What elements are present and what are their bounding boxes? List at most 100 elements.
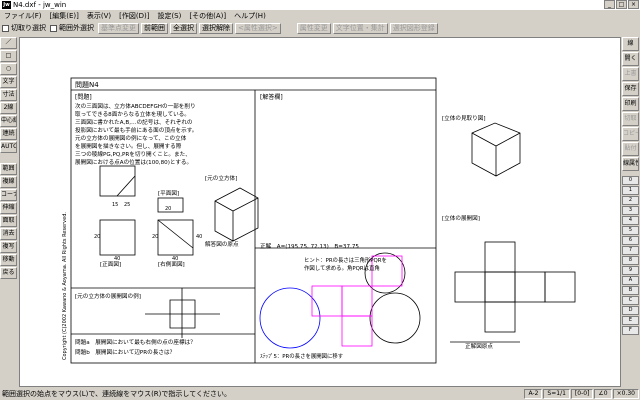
tool-auto[interactable]: AUTO: [0, 141, 17, 153]
status-scale[interactable]: S=1/1: [543, 389, 570, 399]
label-cube: [元の立方体]: [205, 174, 237, 182]
layer-c[interactable]: C: [622, 296, 639, 305]
tool-continuous[interactable]: 連続: [0, 128, 17, 140]
net-face-right: [514, 271, 546, 303]
right-label-net: [立体の展開図]: [442, 214, 480, 222]
tool-text[interactable]: 文字: [0, 76, 17, 88]
cut-select-checkbox[interactable]: 切取り選択: [2, 23, 46, 33]
tool-erase[interactable]: 消去: [0, 228, 17, 240]
line-attribute-button[interactable]: 線属性: [622, 157, 639, 171]
tool-copy[interactable]: 複写: [0, 241, 17, 253]
checkbox-icon: [50, 24, 57, 32]
layer-5[interactable]: 5: [622, 226, 639, 235]
tool-line[interactable]: ／: [0, 37, 17, 49]
minimize-button[interactable]: _: [604, 0, 615, 9]
net-face-top: [484, 241, 516, 273]
plan-view-diag: [116, 175, 136, 197]
layer-3[interactable]: 3: [622, 206, 639, 215]
question-b: 問題b 展開図において辺PRの長さは？: [75, 349, 175, 356]
tool-dimension[interactable]: 寸法: [0, 89, 17, 101]
clear-selection-button[interactable]: 選択解除: [199, 22, 233, 34]
layer-7[interactable]: 7: [622, 246, 639, 255]
tool-move[interactable]: 移動: [0, 254, 17, 266]
step5: ｽﾃｯﾌﾟ5：PRの長さを展開図に移す: [260, 352, 343, 360]
label-front: [正面図]: [100, 261, 121, 268]
dim-20c: 20: [165, 206, 171, 212]
copyright-text: Copyright (C)2002 Kawano & Aoyama. All R…: [62, 212, 68, 360]
tool-range[interactable]: 範囲: [0, 163, 17, 175]
layer-2[interactable]: 2: [622, 196, 639, 205]
open-button[interactable]: 開く: [622, 52, 639, 66]
problem-text-6: を展開図を描きなさい。但し、展開する際: [75, 142, 182, 150]
tool-spacer: [0, 154, 17, 162]
problem-tag: [問題]: [75, 94, 92, 101]
tool-rect[interactable]: □: [0, 50, 17, 62]
layer-0[interactable]: 0: [622, 176, 639, 185]
tool-undo[interactable]: 戻る: [0, 267, 17, 279]
question-a: 問題a 展開図において最も右側の点の座標は？: [75, 338, 196, 346]
drawing-svg: 問題N4 [問題] [解答欄] 次の三面図は、立方体ABCDEFGHの一部を削り…: [62, 77, 576, 364]
out-of-range-checkbox[interactable]: 範囲外選択: [50, 23, 94, 33]
left-toolbar: ／ □ ○ 文字 寸法 2線 中心線 連続 AUTO 範囲 複線 コーナー 伸縮…: [0, 37, 18, 280]
dim-40b: 40: [172, 256, 178, 262]
layer-f[interactable]: F: [622, 326, 639, 335]
tool-offset[interactable]: 複線: [0, 176, 17, 188]
right-label-sketch: [立体の見取り図]: [442, 114, 486, 122]
tool-stretch[interactable]: 伸縮: [0, 202, 17, 214]
layer-4[interactable]: 4: [622, 216, 639, 225]
layer-8[interactable]: 8: [622, 256, 639, 265]
layer-9[interactable]: 9: [622, 266, 639, 275]
right-label-origin: 正解図原点: [465, 342, 493, 350]
attribute-select-button[interactable]: <属性選択>: [235, 22, 281, 34]
net-face-center: [484, 271, 516, 303]
label-plan: [平面図]: [158, 190, 179, 197]
paste-button[interactable]: 貼付: [622, 142, 639, 156]
window-title: N4.dxf - jw_win: [13, 1, 67, 9]
print-button[interactable]: 印刷: [622, 97, 639, 111]
tool-linetype[interactable]: 線: [622, 37, 639, 51]
menu-draw[interactable]: [作図(D)]: [115, 11, 153, 21]
label-origin: 解答図の原点: [205, 240, 239, 248]
layer-a[interactable]: A: [622, 276, 639, 285]
solid-sketch: [471, 122, 521, 177]
menu-edit[interactable]: [編集(E)]: [46, 11, 83, 21]
status-angle[interactable]: ∠0: [594, 389, 612, 399]
layer-e[interactable]: E: [622, 316, 639, 325]
layer-6[interactable]: 6: [622, 236, 639, 245]
toolbar: 切取り選択 範囲外選択 基準点変更 前範囲 全選択 選択解除 <属性選択> 属性…: [0, 21, 640, 35]
dev-example-cross: [145, 288, 220, 338]
previous-range-button[interactable]: 前範囲: [141, 22, 168, 34]
drawing-canvas[interactable]: 問題N4 [問題] [解答欄] 次の三面図は、立方体ABCDEFGHの一部を削り…: [19, 37, 621, 387]
net-face-bottom: [484, 301, 516, 333]
close-button[interactable]: ×: [628, 0, 639, 9]
layer-b[interactable]: B: [622, 286, 639, 295]
change-base-point-button[interactable]: 基準点変更: [98, 22, 139, 34]
tool-corner[interactable]: コーナー: [0, 189, 17, 201]
status-zoom[interactable]: ×0.30: [612, 389, 639, 399]
window-controls: _ □ ×: [603, 0, 639, 9]
tool-center-line[interactable]: 中心線: [0, 115, 17, 127]
overwrite-button[interactable]: 上書: [622, 67, 639, 81]
menu-settings[interactable]: 設定(S): [153, 11, 185, 21]
menu-other[interactable]: [その他(A)]: [185, 11, 230, 21]
register-shape-button[interactable]: 選択図形登録: [389, 22, 438, 34]
maximize-button[interactable]: □: [616, 0, 627, 9]
tool-double-line[interactable]: 2線: [0, 102, 17, 114]
menu-file[interactable]: ファイル(F): [0, 11, 46, 21]
layer-d[interactable]: D: [622, 306, 639, 315]
cut-button[interactable]: 切取: [622, 112, 639, 126]
layer-1[interactable]: 1: [622, 186, 639, 195]
status-layer[interactable]: [0-0]: [570, 389, 594, 399]
tool-chamfer[interactable]: 面取: [0, 215, 17, 227]
copy-button[interactable]: コピー: [622, 127, 639, 141]
answer-square-4: [341, 315, 373, 347]
status-paper[interactable]: A-2: [524, 389, 543, 399]
text-position-button[interactable]: 文字位置・集計: [332, 22, 388, 34]
tool-circle[interactable]: ○: [0, 63, 17, 75]
menu-help[interactable]: ヘルプ(H): [230, 11, 270, 21]
net-face-far: [544, 271, 576, 303]
select-all-button[interactable]: 全選択: [170, 22, 197, 34]
save-button[interactable]: 保存: [622, 82, 639, 96]
menu-view[interactable]: 表示(V): [83, 11, 115, 21]
attribute-change-button[interactable]: 属性変更: [296, 22, 331, 34]
